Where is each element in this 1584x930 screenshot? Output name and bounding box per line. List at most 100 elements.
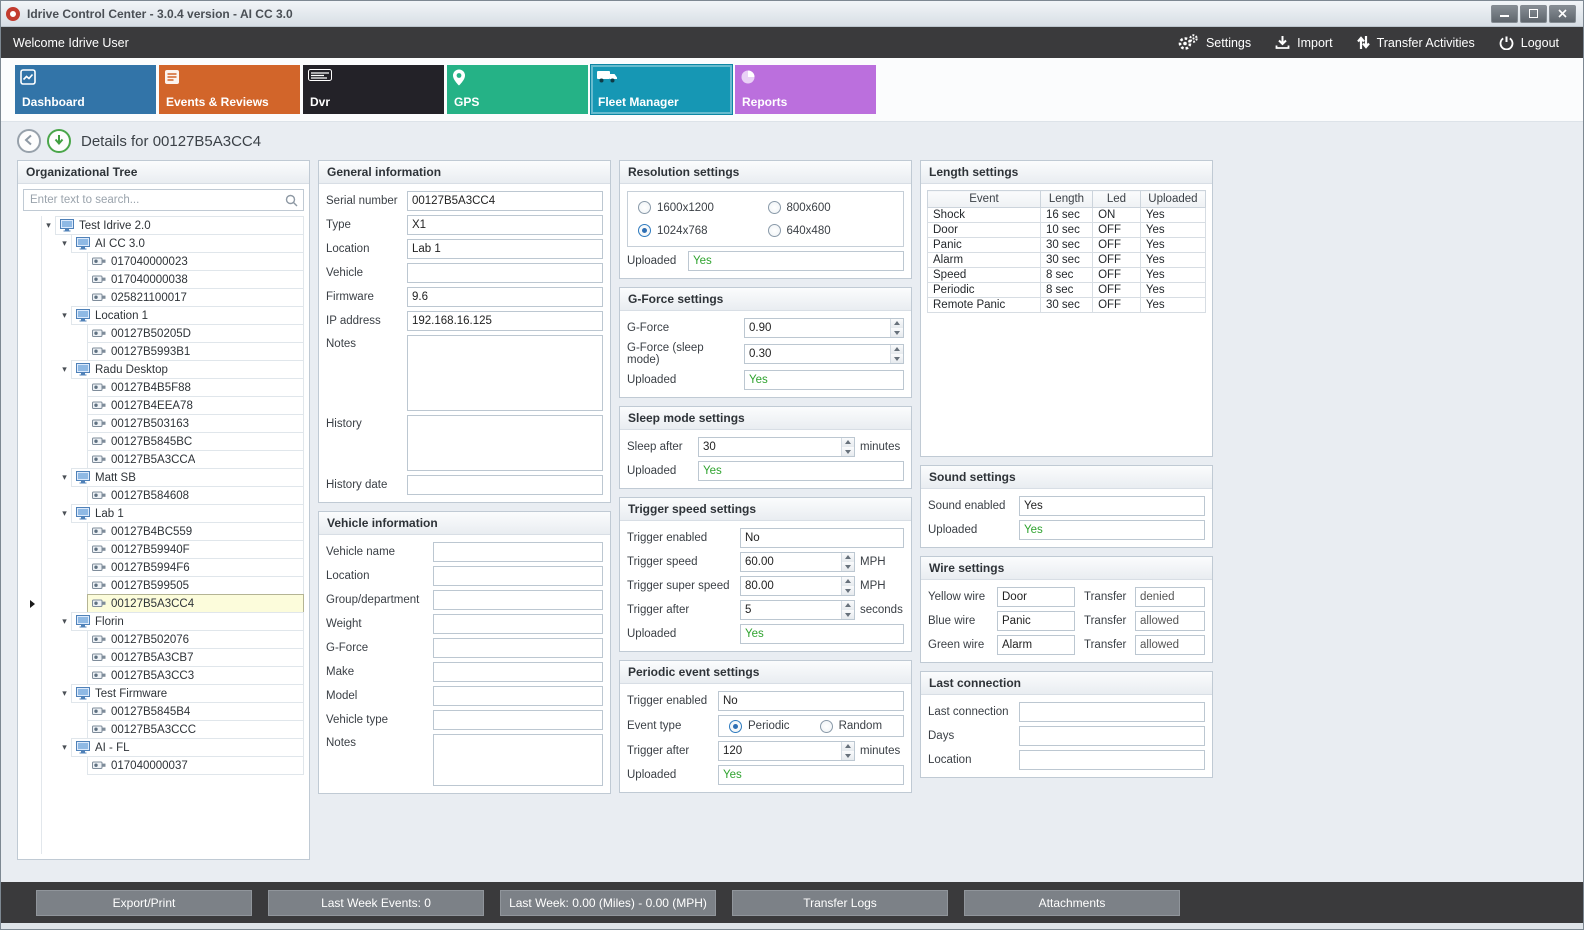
- spinner-buttons[interactable]: [841, 601, 854, 619]
- tree-node-box[interactable]: Florin: [71, 612, 304, 631]
- tree-node-box[interactable]: Lab 1: [71, 504, 304, 523]
- tree-node-box[interactable]: 00127B503163: [87, 414, 304, 433]
- tree-node-box[interactable]: Test Firmware: [71, 684, 304, 703]
- spinner-up-icon[interactable]: [842, 438, 854, 447]
- text-field[interactable]: [407, 311, 603, 331]
- length-table-row[interactable]: Shock16 secONYes: [928, 208, 1206, 223]
- text-field[interactable]: [1019, 496, 1205, 516]
- transfer-activities-button[interactable]: Transfer Activities: [1345, 30, 1487, 55]
- tree-node-box[interactable]: 00127B5A3CCC: [87, 720, 304, 739]
- wire-transfer-field[interactable]: [1135, 611, 1205, 631]
- tree-node-box[interactable]: 00127B4EEA78: [87, 396, 304, 415]
- spinner-up-icon[interactable]: [891, 345, 903, 354]
- tree-node-box[interactable]: 00127B4B5F88: [87, 378, 304, 397]
- wire-event-field[interactable]: [997, 587, 1075, 607]
- tree-node[interactable]: 00127B5A3CCA: [23, 450, 304, 469]
- tree-node-box[interactable]: 00127B5845BC: [87, 432, 304, 451]
- spinner-down-icon[interactable]: [891, 354, 903, 363]
- tree-node[interactable]: ▾AI - FL: [23, 738, 304, 757]
- spinner-up-icon[interactable]: [842, 742, 854, 751]
- length-table-row[interactable]: Alarm30 secOFFYes: [928, 253, 1206, 268]
- tree-node[interactable]: 00127B502076: [23, 630, 304, 649]
- text-field[interactable]: [433, 542, 603, 562]
- text-field[interactable]: [740, 528, 904, 548]
- text-field[interactable]: [433, 614, 603, 634]
- text-field[interactable]: [1019, 750, 1205, 770]
- tree-node-box[interactable]: Test Idrive 2.0: [55, 216, 304, 235]
- search-input[interactable]: [23, 189, 304, 211]
- tree-node[interactable]: 00127B4EEA78: [23, 396, 304, 415]
- text-field[interactable]: [1019, 726, 1205, 746]
- tab-reports[interactable]: Reports: [735, 65, 876, 114]
- text-field[interactable]: [407, 263, 603, 283]
- tree-node[interactable]: 00127B5845B4: [23, 702, 304, 721]
- tree-node[interactable]: 00127B5A3CC3: [23, 666, 304, 685]
- expand-toggle-icon[interactable]: ▾: [58, 234, 71, 253]
- tree-node[interactable]: ▾Florin: [23, 612, 304, 631]
- text-field[interactable]: [718, 741, 855, 761]
- spinner-up-icon[interactable]: [842, 577, 854, 586]
- last-week-summary-button[interactable]: Last Week: 0.00 (Miles) - 0.00 (MPH): [500, 890, 716, 916]
- tree-node[interactable]: ▾Test Firmware: [23, 684, 304, 703]
- text-field[interactable]: [407, 475, 603, 495]
- tree-node-box[interactable]: 00127B599505: [87, 576, 304, 595]
- text-field[interactable]: [740, 552, 855, 572]
- tree-node-box[interactable]: 00127B584608: [87, 486, 304, 505]
- tree-node[interactable]: 00127B59940F: [23, 540, 304, 559]
- tree-node[interactable]: 017040000037: [23, 756, 304, 775]
- spinner-buttons[interactable]: [841, 553, 854, 571]
- settings-button[interactable]: Settings: [1165, 29, 1263, 56]
- resolution-option[interactable]: 640x480: [768, 224, 894, 237]
- notes-textarea[interactable]: [407, 335, 603, 411]
- resolution-option[interactable]: 1600x1200: [638, 201, 764, 214]
- tree-node[interactable]: 017040000038: [23, 270, 304, 289]
- text-field[interactable]: [433, 710, 603, 730]
- expand-toggle-icon[interactable]: ▾: [58, 504, 71, 523]
- tree-node-box[interactable]: 00127B5845B4: [87, 702, 304, 721]
- resolution-option[interactable]: 800x600: [768, 201, 894, 214]
- spinner-down-icon[interactable]: [842, 586, 854, 595]
- back-button[interactable]: [17, 129, 41, 153]
- wire-transfer-field[interactable]: [1135, 587, 1205, 607]
- text-field[interactable]: [744, 318, 904, 338]
- length-table-row[interactable]: Speed8 secOFFYes: [928, 268, 1206, 283]
- tree-node-box[interactable]: 00127B4BC559: [87, 522, 304, 541]
- wire-event-field[interactable]: [997, 635, 1075, 655]
- spinner-buttons[interactable]: [841, 438, 854, 456]
- text-field[interactable]: [1019, 702, 1205, 722]
- text-field[interactable]: [433, 638, 603, 658]
- resolution-option[interactable]: 1024x768: [638, 224, 764, 237]
- tree-node[interactable]: 00127B5994F6: [23, 558, 304, 577]
- length-table-row[interactable]: Panic30 secOFFYes: [928, 238, 1206, 253]
- tree-node[interactable]: ▾AI CC 3.0: [23, 234, 304, 253]
- tab-fleet-manager[interactable]: Fleet Manager: [591, 65, 732, 114]
- text-field[interactable]: [718, 691, 904, 711]
- spinner-down-icon[interactable]: [842, 447, 854, 456]
- length-table-row[interactable]: Remote Panic30 secOFFYes: [928, 298, 1206, 313]
- expand-toggle-icon[interactable]: ▾: [58, 738, 71, 757]
- spinner-down-icon[interactable]: [842, 610, 854, 619]
- logout-button[interactable]: Logout: [1487, 30, 1571, 55]
- attachments-button[interactable]: Attachments: [964, 890, 1180, 916]
- tab-dvr[interactable]: Dvr: [303, 65, 444, 114]
- length-table-row[interactable]: Periodic8 secOFFYes: [928, 283, 1206, 298]
- tree-node-box[interactable]: Radu Desktop: [71, 360, 304, 379]
- wire-event-field[interactable]: [997, 611, 1075, 631]
- tree-node-box[interactable]: AI - FL: [71, 738, 304, 757]
- tree-node-box[interactable]: Location 1: [71, 306, 304, 325]
- tree-node-box[interactable]: 00127B5994F6: [87, 558, 304, 577]
- maximize-button[interactable]: [1520, 5, 1547, 23]
- length-table-row[interactable]: Door10 secOFFYes: [928, 223, 1206, 238]
- tree-node-box[interactable]: AI CC 3.0: [71, 234, 304, 253]
- text-field[interactable]: [433, 662, 603, 682]
- tree-node[interactable]: ▾Location 1: [23, 306, 304, 325]
- text-field[interactable]: [407, 191, 603, 211]
- event-type-option[interactable]: Random: [820, 720, 882, 733]
- spinner-down-icon[interactable]: [842, 562, 854, 571]
- text-field[interactable]: [433, 566, 603, 586]
- export-print-button[interactable]: Export/Print: [36, 890, 252, 916]
- tree-node[interactable]: ▾Lab 1: [23, 504, 304, 523]
- notes-textarea[interactable]: [433, 734, 603, 786]
- expand-toggle-icon[interactable]: ▾: [58, 684, 71, 703]
- text-field[interactable]: [407, 287, 603, 307]
